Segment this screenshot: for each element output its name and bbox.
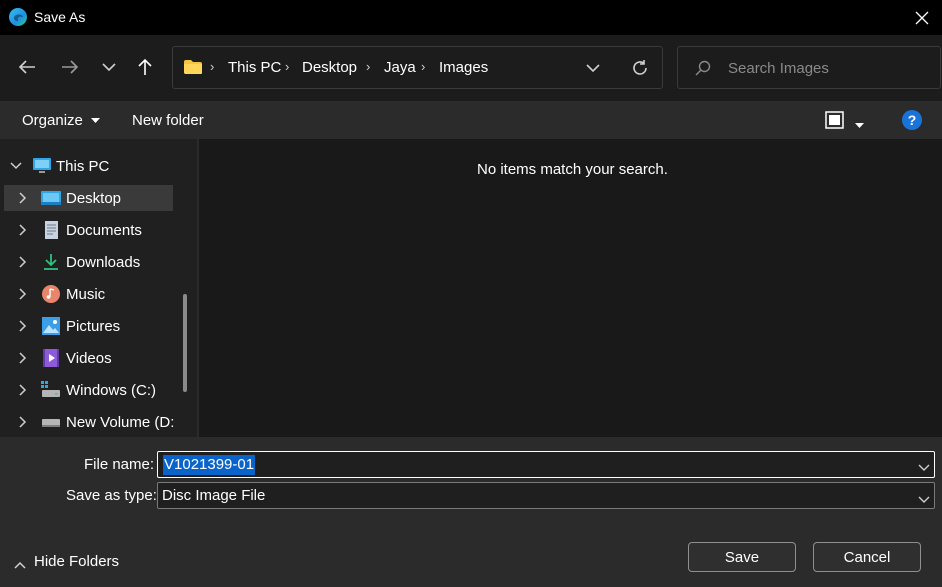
forward-button[interactable] — [55, 52, 85, 82]
file-name-dropdown[interactable] — [918, 459, 930, 475]
window-title: Save As — [34, 9, 86, 25]
tree-item-windows-c[interactable]: Windows (C:) — [4, 377, 173, 403]
breadcrumb-desktop[interactable]: Desktop — [302, 59, 357, 76]
organize-label: Organize — [22, 112, 83, 129]
breadcrumb-separator: › — [285, 59, 290, 74]
tree-item-label: Music — [66, 286, 106, 303]
navigation-pane-scrollbar[interactable] — [183, 294, 187, 392]
chevron-right-icon — [19, 192, 27, 204]
organize-menu[interactable]: Organize — [22, 112, 101, 129]
tree-item-label: Desktop — [66, 190, 122, 207]
help-icon: ? — [902, 110, 922, 130]
file-name-field[interactable] — [157, 451, 935, 478]
arrow-up-icon — [138, 58, 152, 75]
music-icon — [42, 285, 60, 303]
new-folder-button[interactable]: New folder — [132, 112, 204, 129]
save-button[interactable]: Save — [688, 542, 796, 572]
videos-icon — [43, 349, 59, 367]
chevron-right-icon — [19, 256, 27, 268]
title-bar — [0, 0, 942, 35]
arrow-left-icon — [18, 60, 35, 74]
refresh-button[interactable] — [625, 53, 655, 83]
tree-item-label: Windows (C:) — [66, 382, 157, 399]
refresh-icon — [633, 60, 647, 75]
caret-down-icon — [855, 123, 864, 128]
arrow-right-icon — [62, 60, 79, 74]
folder-icon — [183, 59, 203, 75]
cancel-button[interactable]: Cancel — [813, 542, 921, 572]
tree-item-desktop[interactable]: Desktop — [4, 185, 173, 211]
preview-pane-icon — [825, 111, 844, 129]
file-name-label: File name: — [84, 456, 155, 473]
search-placeholder: Search Images — [728, 60, 829, 77]
drive-icon — [42, 419, 60, 427]
tree-item-label: New Volume (D: — [66, 414, 175, 431]
chevron-right-icon — [19, 320, 27, 332]
empty-search-message: No items match your search. — [477, 161, 668, 178]
chevron-down-icon — [10, 162, 22, 170]
tree-item-downloads[interactable]: Downloads — [4, 249, 173, 275]
chevron-down-icon — [586, 63, 600, 72]
chevron-right-icon — [19, 224, 27, 236]
tree-item-new-volume-d[interactable]: New Volume (D: — [4, 409, 175, 435]
breadcrumb-separator: › — [210, 59, 215, 74]
pictures-icon — [42, 317, 60, 335]
chevron-up-icon — [14, 561, 26, 569]
edge-browser-icon — [8, 7, 28, 27]
search-icon — [694, 59, 712, 77]
caret-down-icon — [91, 118, 101, 124]
downloads-icon — [44, 254, 58, 270]
tree-item-documents[interactable]: Documents — [4, 217, 173, 243]
up-button[interactable] — [130, 52, 160, 82]
save-type-value: Disc Image File — [162, 487, 266, 504]
tree-item-music[interactable]: Music — [4, 281, 173, 307]
breadcrumb-separator: › — [421, 59, 426, 74]
chevron-right-icon — [19, 416, 27, 428]
tree-item-this-pc[interactable]: This PC — [4, 153, 173, 179]
tree-item-label: Videos — [66, 350, 112, 367]
hide-folders-button[interactable]: Hide Folders — [34, 553, 119, 570]
tree-root-label: This PC — [56, 158, 110, 175]
recent-locations-button[interactable] — [94, 52, 124, 82]
save-type-label: Save as type: — [66, 487, 157, 504]
close-icon — [915, 11, 929, 24]
back-button[interactable] — [12, 52, 42, 82]
chevron-right-icon — [19, 384, 27, 396]
chevron-down-icon — [102, 62, 116, 71]
drive-windows-icon — [41, 381, 60, 397]
tree-item-label: Pictures — [66, 318, 121, 335]
chevron-right-icon — [19, 352, 27, 364]
breadcrumb-images[interactable]: Images — [439, 59, 488, 76]
hide-folders-toggle[interactable] — [14, 556, 26, 572]
tree-item-label: Documents — [66, 222, 142, 239]
help-button[interactable]: ? — [902, 110, 922, 130]
close-button[interactable] — [904, 0, 940, 35]
address-history-button[interactable] — [578, 53, 608, 83]
tree-item-videos[interactable]: Videos — [4, 345, 173, 371]
file-name-value[interactable]: V1021399-01 — [163, 455, 256, 475]
computer-icon — [33, 158, 51, 173]
breadcrumb-this-pc[interactable]: This PC — [228, 59, 281, 76]
breadcrumb-jaya[interactable]: Jaya — [384, 59, 416, 76]
documents-icon — [45, 221, 58, 239]
view-options-dropdown[interactable] — [855, 116, 864, 132]
save-type-dropdown[interactable] — [918, 491, 930, 507]
tree-item-label: Downloads — [66, 254, 141, 271]
file-list-area[interactable] — [199, 139, 942, 437]
chevron-right-icon — [19, 288, 27, 300]
chevron-down-icon — [918, 464, 930, 471]
desktop-icon — [41, 191, 61, 205]
chevron-down-icon — [918, 496, 930, 503]
tree-item-pictures[interactable]: Pictures — [4, 313, 173, 339]
save-type-select[interactable] — [157, 482, 935, 509]
svg-text:?: ? — [908, 112, 917, 128]
breadcrumb-separator: › — [366, 59, 371, 74]
view-options-button[interactable] — [824, 110, 846, 130]
